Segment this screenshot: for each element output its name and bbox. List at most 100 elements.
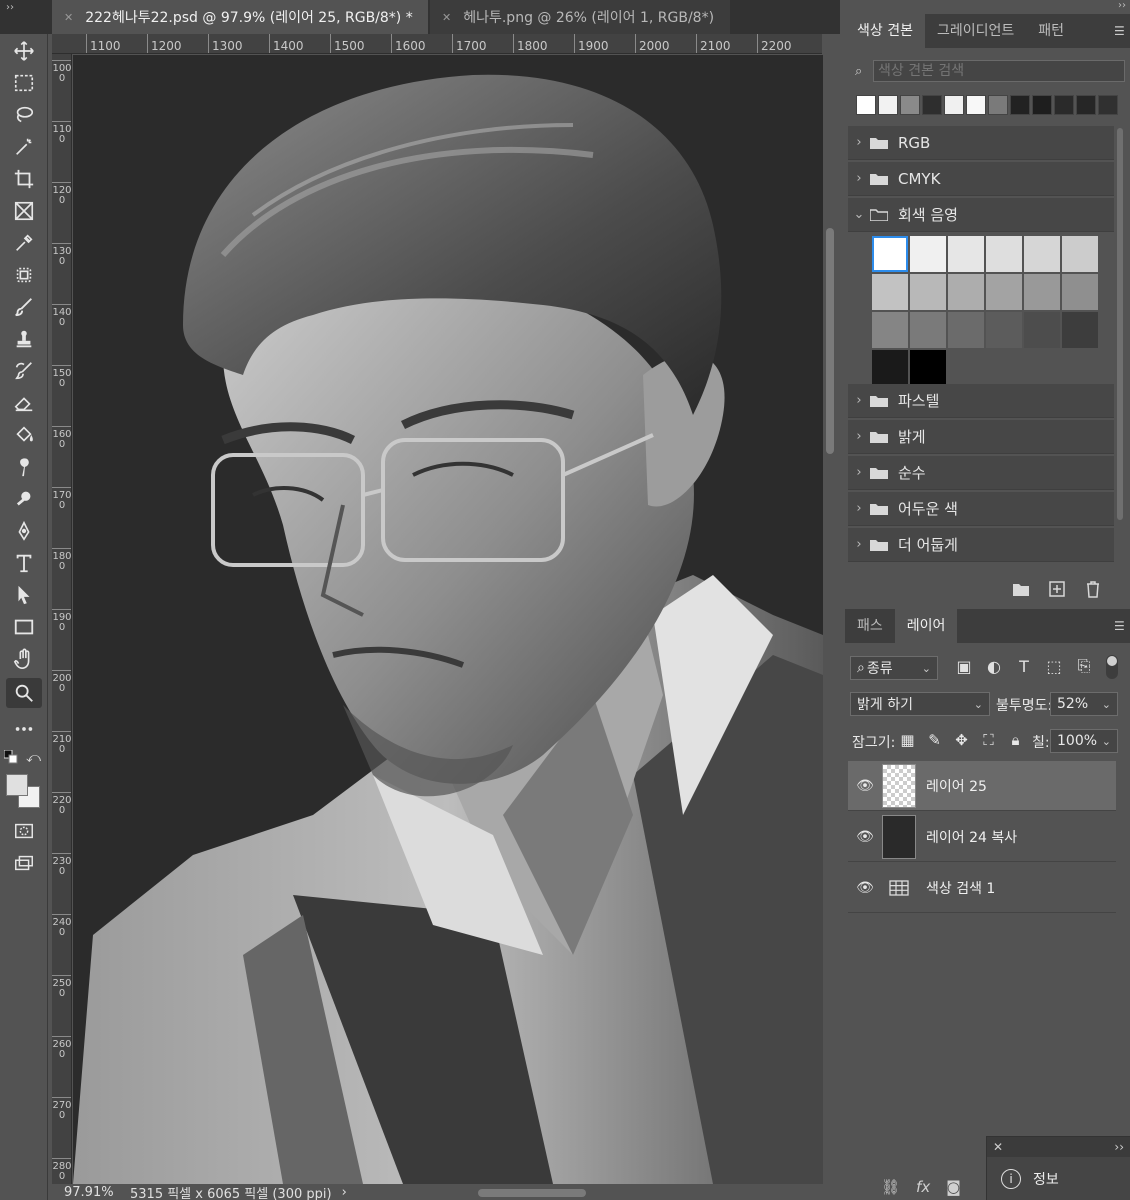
healing-brush-tool-icon[interactable] — [6, 260, 42, 290]
quick-mask-icon[interactable] — [6, 816, 42, 846]
new-swatch-icon[interactable] — [1048, 580, 1066, 598]
lock-all-icon[interactable]: 🔒︎ — [1007, 731, 1024, 749]
trash-icon[interactable] — [1084, 580, 1102, 598]
swatches-scrollbar[interactable] — [1117, 128, 1123, 520]
gray-swatch[interactable] — [986, 274, 1022, 310]
blend-mode-select[interactable]: 밝게 하기 ⌄ — [850, 692, 990, 716]
layer-row[interactable]: 👁︎ 레이어 24 복사 — [848, 812, 1116, 862]
recent-color-swatch[interactable] — [900, 95, 920, 115]
swatch-group-light[interactable]: › 밝게 — [848, 420, 1114, 454]
panel-menu-icon[interactable]: ☰ — [1114, 619, 1126, 633]
expand-icon[interactable]: ›› — [1114, 1140, 1124, 1154]
visibility-eye-icon[interactable]: 👁︎ — [848, 778, 882, 794]
gray-swatch[interactable] — [986, 312, 1022, 348]
layer-name[interactable]: 레이어 25 — [926, 776, 987, 796]
recent-color-swatch[interactable] — [1054, 95, 1074, 115]
layer-name[interactable]: 레이어 24 복사 — [926, 827, 1017, 847]
gray-swatch[interactable] — [1024, 274, 1060, 310]
type-tool-icon[interactable] — [6, 548, 42, 578]
lock-transparent-pixels-icon[interactable]: ▦ — [899, 731, 916, 749]
gray-swatch[interactable] — [910, 236, 946, 272]
eyedropper-tool-icon[interactable] — [6, 228, 42, 258]
smudge-tool-icon[interactable] — [6, 452, 42, 482]
recent-color-swatch[interactable] — [988, 95, 1008, 115]
swatch-group-pastel[interactable]: › 파스텔 — [848, 384, 1114, 418]
rectangle-tool-icon[interactable] — [6, 612, 42, 642]
dodge-tool-icon[interactable] — [6, 484, 42, 514]
gray-swatch[interactable] — [986, 236, 1022, 272]
tab-patterns[interactable]: 패턴 — [1026, 14, 1076, 48]
zoom-level[interactable]: 97.91% — [64, 1185, 130, 1200]
recent-color-swatch[interactable] — [1098, 95, 1118, 115]
recent-color-swatch[interactable] — [944, 95, 964, 115]
history-brush-tool-icon[interactable] — [6, 356, 42, 386]
layer-name[interactable]: 색상 검색 1 — [926, 878, 995, 898]
swatch-group-darker[interactable]: › 더 어둡게 — [848, 528, 1114, 562]
gray-swatch[interactable] — [1062, 312, 1098, 348]
gray-swatch[interactable] — [1024, 312, 1060, 348]
gray-swatch[interactable] — [948, 236, 984, 272]
vertical-ruler[interactable]: 1000 1100 1200 1300 1400 1500 1600 1700 1800 1900… — [52, 54, 72, 1184]
opacity-input[interactable]: 52% ⌄ — [1050, 692, 1118, 716]
gray-swatch[interactable] — [1024, 236, 1060, 272]
marquee-tool-icon[interactable] — [6, 68, 42, 98]
swatch-group-grayscale[interactable]: ⌄ 회색 음영 — [848, 198, 1114, 232]
swatch-group-rgb[interactable]: › RGB — [848, 126, 1114, 160]
path-selection-tool-icon[interactable] — [6, 580, 42, 610]
foreground-color-swatch[interactable] — [6, 774, 28, 796]
magic-wand-tool-icon[interactable] — [6, 132, 42, 162]
eraser-tool-icon[interactable] — [6, 388, 42, 418]
close-tab-icon[interactable]: ✕ — [64, 11, 73, 24]
type-layer-filter-icon[interactable]: T — [1015, 656, 1033, 676]
close-tab-icon[interactable]: ✕ — [442, 11, 451, 24]
lock-artboard-icon[interactable]: ⛶ — [980, 731, 997, 749]
document-tab-inactive[interactable]: ✕ 헤나투.png @ 26% (레이어 1, RGB/8*) — [430, 0, 730, 34]
swatch-search-input[interactable] — [873, 60, 1125, 82]
canvas-vertical-scrollbar[interactable] — [826, 228, 834, 454]
swatch-group-cmyk[interactable]: › CMYK — [848, 162, 1114, 196]
pen-tool-icon[interactable] — [6, 516, 42, 546]
visibility-eye-icon[interactable]: 👁︎ — [848, 829, 882, 845]
panel-menu-icon[interactable]: ☰ — [1114, 24, 1126, 38]
paint-bucket-tool-icon[interactable] — [6, 420, 42, 450]
document-canvas[interactable] — [73, 55, 823, 1184]
gray-swatch[interactable] — [1062, 236, 1098, 272]
screen-mode-icon[interactable] — [6, 848, 42, 878]
info-panel-item[interactable]: i 정보 — [987, 1157, 1130, 1200]
swatch-group-pure[interactable]: › 순수 — [848, 456, 1114, 490]
layer-row[interactable]: 👁︎ 색상 검색 1 — [848, 863, 1116, 913]
document-tab-active[interactable]: ✕ 222헤나투22.psd @ 97.9% (레이어 25, RGB/8*) … — [52, 0, 428, 34]
recent-color-swatch[interactable] — [1010, 95, 1030, 115]
smart-object-filter-icon[interactable]: ⎘ — [1075, 656, 1093, 676]
gray-swatch[interactable] — [872, 350, 908, 386]
swap-colors-icon[interactable]: ⤺ — [26, 750, 42, 766]
gray-swatch[interactable] — [1062, 274, 1098, 310]
gray-swatch[interactable] — [872, 274, 908, 310]
swatch-group-dark[interactable]: › 어두운 색 — [848, 492, 1114, 526]
filter-toggle[interactable] — [1106, 655, 1118, 679]
recent-color-swatch[interactable] — [1032, 95, 1052, 115]
tab-swatches[interactable]: 색상 견본 — [845, 14, 925, 48]
recent-color-swatch[interactable] — [856, 95, 876, 115]
layer-effects-icon[interactable]: fx — [916, 1178, 930, 1196]
clone-stamp-tool-icon[interactable] — [6, 324, 42, 354]
move-tool-icon[interactable] — [6, 36, 42, 66]
panel-collapse-icon[interactable]: ›› — [1118, 0, 1126, 11]
gray-swatch[interactable] — [910, 274, 946, 310]
layer-row[interactable]: 👁︎ 레이어 25 — [848, 761, 1116, 811]
gray-swatch[interactable] — [872, 312, 908, 348]
lock-image-pixels-icon[interactable]: ✎ — [926, 731, 943, 749]
fill-input[interactable]: 100% ⌄ — [1050, 729, 1118, 753]
tab-layers[interactable]: 레이어 — [894, 609, 958, 643]
canvas-horizontal-scrollbar[interactable] — [478, 1189, 586, 1197]
brush-tool-icon[interactable] — [6, 292, 42, 322]
pixel-layer-filter-icon[interactable]: ▣ — [955, 656, 973, 676]
tab-gradients[interactable]: 그레이디언트 — [925, 14, 1026, 48]
layer-mask-icon[interactable]: ◙ — [946, 1178, 961, 1196]
tab-paths[interactable]: 패스 — [845, 609, 895, 643]
adjustment-layer-filter-icon[interactable]: ◐ — [985, 656, 1003, 676]
recent-color-swatch[interactable] — [922, 95, 942, 115]
gray-swatch[interactable] — [948, 274, 984, 310]
close-icon[interactable]: ✕ — [993, 1140, 1003, 1154]
new-group-folder-icon[interactable] — [1012, 580, 1030, 598]
